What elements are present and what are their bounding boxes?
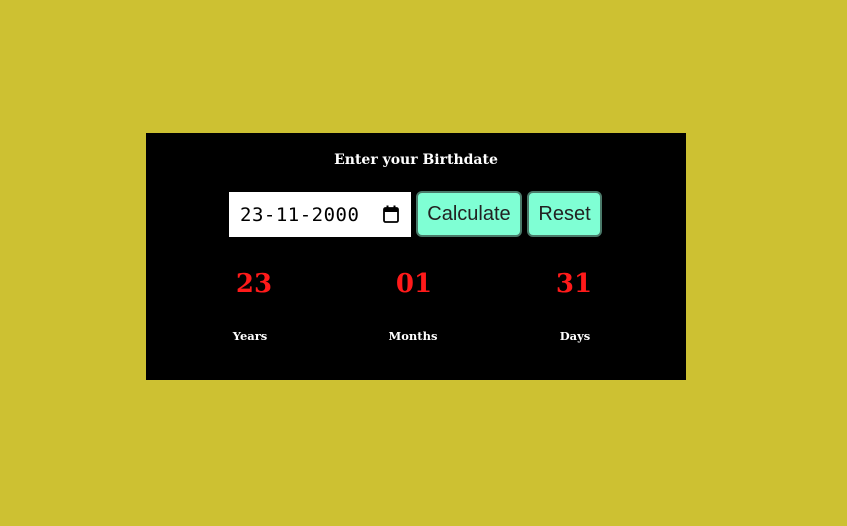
heading: Enter your Birthdate <box>334 152 498 168</box>
months-value: 01 <box>395 269 433 299</box>
birthdate-value[interactable]: 23-11-2000 <box>240 204 359 226</box>
calendar-icon[interactable] <box>383 205 399 223</box>
reset-button[interactable]: Reset <box>527 191 602 237</box>
calculate-button[interactable]: Calculate <box>416 191 522 237</box>
birthdate-input[interactable]: 23-11-2000 <box>229 192 411 237</box>
years-label: Years <box>232 329 268 343</box>
days-label: Days <box>559 329 591 343</box>
months-label: Months <box>388 329 438 343</box>
years-value: 23 <box>235 269 273 299</box>
age-calculator-card: Enter your Birthdate 23-11-2000 Calculat… <box>146 133 686 380</box>
days-value: 31 <box>555 269 593 299</box>
